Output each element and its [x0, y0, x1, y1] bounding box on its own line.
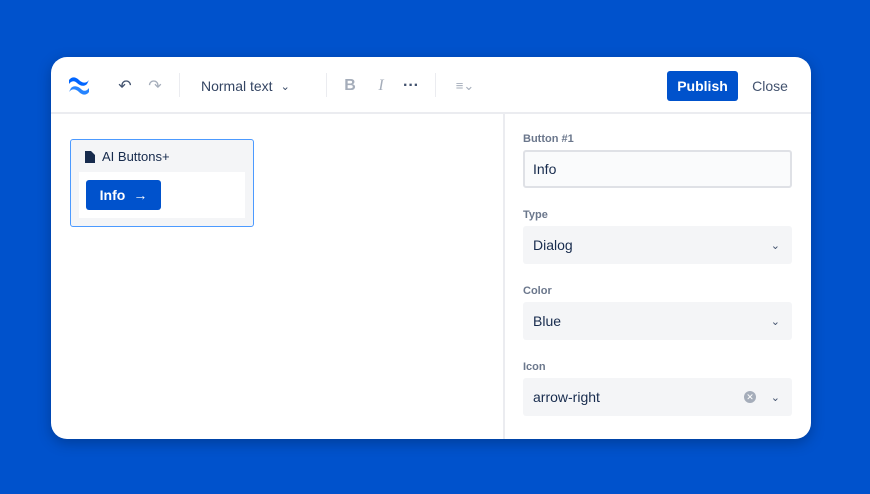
close-button[interactable]: Close	[745, 71, 795, 101]
macro-body: Info →	[79, 172, 245, 218]
button-label: Button #1	[523, 133, 574, 145]
redo-icon[interactable]: ↷	[145, 76, 165, 96]
info-button-label: Info	[99, 187, 126, 203]
info-button[interactable]: Info →	[86, 180, 161, 210]
icon-label: Icon	[523, 361, 546, 373]
chevron-down-icon: ⌄	[280, 80, 290, 93]
color-value: Blue	[533, 313, 562, 329]
color-select[interactable]: Blue ⌄	[523, 302, 792, 340]
icon-value: arrow-right	[533, 389, 600, 405]
divider	[326, 73, 327, 97]
divider	[435, 73, 436, 97]
arrow-right-icon: →	[133, 187, 148, 203]
align-icon[interactable]: ≡⌄	[449, 76, 481, 96]
editor-window: ↶ ↷ Normal text ⌄ B I ··· ≡⌄ Publish Clos…	[51, 57, 811, 439]
document-icon	[85, 150, 95, 163]
color-label: Color	[523, 285, 552, 297]
button-text-input[interactable]: Info	[523, 150, 792, 188]
clear-icon[interactable]: ✕	[744, 391, 756, 403]
icon-select[interactable]: arrow-right ✕ ⌄	[523, 378, 792, 416]
type-select[interactable]: Dialog ⌄	[523, 226, 792, 264]
text-style-dropdown[interactable]: Normal text ⌄	[201, 71, 290, 101]
toolbar: ↶ ↷ Normal text ⌄ B I ··· ≡⌄ Publish Clos…	[51, 57, 811, 114]
chevron-down-icon: ⌄	[770, 315, 780, 328]
more-icon[interactable]: ···	[401, 76, 421, 96]
ai-buttons-macro[interactable]: AI Buttons+ Info →	[70, 139, 254, 227]
chevron-down-icon: ⌄	[770, 239, 780, 252]
macro-title: AI Buttons+	[102, 149, 170, 164]
button-text-value: Info	[533, 161, 557, 177]
type-label: Type	[523, 209, 548, 221]
confluence-logo-icon[interactable]	[67, 74, 91, 98]
divider	[179, 73, 180, 97]
publish-button[interactable]: Publish	[667, 71, 738, 101]
config-panel: Button #1 Info Type Dialog ⌄ Color Blue ⌄ …	[503, 114, 811, 439]
bold-icon[interactable]: B	[340, 76, 360, 96]
text-style-label: Normal text	[201, 78, 273, 94]
chevron-down-icon: ⌄	[770, 391, 780, 404]
italic-icon[interactable]: I	[371, 76, 391, 96]
type-value: Dialog	[533, 237, 573, 253]
undo-icon[interactable]: ↶	[115, 76, 135, 96]
macro-header: AI Buttons+	[85, 149, 170, 164]
